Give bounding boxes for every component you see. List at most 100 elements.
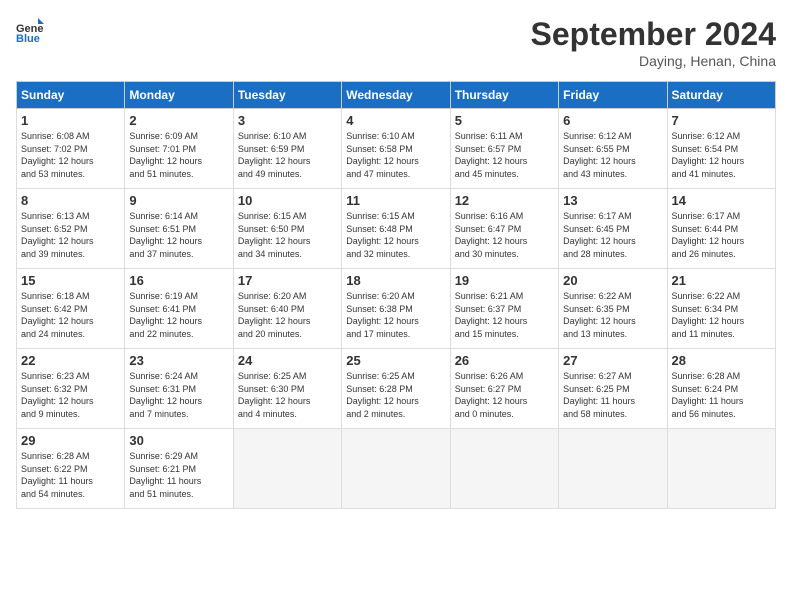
day-number: 6 [563,113,662,128]
day-number: 13 [563,193,662,208]
cell-info: Sunrise: 6:27 AM Sunset: 6:25 PM Dayligh… [563,370,662,420]
calendar-row: 15 Sunrise: 6:18 AM Sunset: 6:42 PM Dayli… [17,269,776,349]
cell-info: Sunrise: 6:12 AM Sunset: 6:54 PM Dayligh… [672,130,771,180]
cell-info: Sunrise: 6:10 AM Sunset: 6:59 PM Dayligh… [238,130,337,180]
day-number: 27 [563,353,662,368]
cell-info: Sunrise: 6:19 AM Sunset: 6:41 PM Dayligh… [129,290,228,340]
table-row: 18 Sunrise: 6:20 AM Sunset: 6:38 PM Dayli… [342,269,450,349]
cell-info: Sunrise: 6:20 AM Sunset: 6:40 PM Dayligh… [238,290,337,340]
table-row: 5 Sunrise: 6:11 AM Sunset: 6:57 PM Daylig… [450,109,558,189]
table-row: 20Sunrise: 6:22 AM Sunset: 6:35 PM Dayli… [559,269,667,349]
col-thursday: Thursday [450,82,558,109]
table-row: 12 Sunrise: 6:16 AM Sunset: 6:47 PM Dayli… [450,189,558,269]
day-number: 5 [455,113,554,128]
table-row: 11 Sunrise: 6:15 AM Sunset: 6:48 PM Dayli… [342,189,450,269]
table-row: 16 Sunrise: 6:19 AM Sunset: 6:41 PM Dayli… [125,269,233,349]
cell-info: Sunrise: 6:20 AM Sunset: 6:38 PM Dayligh… [346,290,445,340]
calendar-row: 1Sunrise: 6:08 AM Sunset: 7:02 PM Daylig… [17,109,776,189]
table-row [450,429,558,509]
table-row: 24 Sunrise: 6:25 AM Sunset: 6:30 PM Dayli… [233,349,341,429]
cell-info: Sunrise: 6:12 AM Sunset: 6:55 PM Dayligh… [563,130,662,180]
logo: General Blue [16,16,44,44]
table-row: 2 Sunrise: 6:09 AM Sunset: 7:01 PM Daylig… [125,109,233,189]
day-number: 24 [238,353,337,368]
calendar-row: 22 Sunrise: 6:23 AM Sunset: 6:32 PM Dayli… [17,349,776,429]
day-number: 7 [672,113,771,128]
table-row: 26Sunrise: 6:26 AM Sunset: 6:27 PM Dayli… [450,349,558,429]
calendar-row: 29 Sunrise: 6:28 AM Sunset: 6:22 PM Dayli… [17,429,776,509]
table-row [667,429,775,509]
cell-info: Sunrise: 6:09 AM Sunset: 7:01 PM Dayligh… [129,130,228,180]
table-row [233,429,341,509]
cell-info: Sunrise: 6:25 AM Sunset: 6:28 PM Dayligh… [346,370,445,420]
day-number: 8 [21,193,120,208]
table-row: 23 Sunrise: 6:24 AM Sunset: 6:31 PM Dayli… [125,349,233,429]
table-row: 22 Sunrise: 6:23 AM Sunset: 6:32 PM Dayli… [17,349,125,429]
cell-info: Sunrise: 6:22 AM Sunset: 6:34 PM Dayligh… [672,290,771,340]
day-number: 25 [346,353,445,368]
day-number: 16 [129,273,228,288]
col-sunday: Sunday [17,82,125,109]
cell-info: Sunrise: 6:15 AM Sunset: 6:48 PM Dayligh… [346,210,445,260]
table-row: 4 Sunrise: 6:10 AM Sunset: 6:58 PM Daylig… [342,109,450,189]
location: Daying, Henan, China [531,53,776,69]
cell-info: Sunrise: 6:28 AM Sunset: 6:22 PM Dayligh… [21,450,120,500]
col-monday: Monday [125,82,233,109]
day-number: 19 [455,273,554,288]
day-number: 18 [346,273,445,288]
day-number: 12 [455,193,554,208]
cell-info: Sunrise: 6:11 AM Sunset: 6:57 PM Dayligh… [455,130,554,180]
cell-info: Sunrise: 6:22 AM Sunset: 6:35 PM Dayligh… [563,290,662,340]
title-block: September 2024 Daying, Henan, China [531,16,776,69]
table-row [342,429,450,509]
table-row: 9Sunrise: 6:14 AM Sunset: 6:51 PM Daylig… [125,189,233,269]
day-number: 30 [129,433,228,448]
cell-info: Sunrise: 6:24 AM Sunset: 6:31 PM Dayligh… [129,370,228,420]
calendar-table: Sunday Monday Tuesday Wednesday Thursday… [16,81,776,509]
table-row: 29 Sunrise: 6:28 AM Sunset: 6:22 PM Dayli… [17,429,125,509]
cell-info: Sunrise: 6:15 AM Sunset: 6:50 PM Dayligh… [238,210,337,260]
cell-info: Sunrise: 6:18 AM Sunset: 6:42 PM Dayligh… [21,290,120,340]
cell-info: Sunrise: 6:17 AM Sunset: 6:44 PM Dayligh… [672,210,771,260]
day-number: 4 [346,113,445,128]
table-row: 19 Sunrise: 6:21 AM Sunset: 6:37 PM Dayli… [450,269,558,349]
day-number: 15 [21,273,120,288]
cell-info: Sunrise: 6:16 AM Sunset: 6:47 PM Dayligh… [455,210,554,260]
table-row: 15 Sunrise: 6:18 AM Sunset: 6:42 PM Dayli… [17,269,125,349]
cell-info: Sunrise: 6:13 AM Sunset: 6:52 PM Dayligh… [21,210,120,260]
logo-icon: General Blue [16,16,44,44]
table-row: 28 Sunrise: 6:28 AM Sunset: 6:24 PM Dayli… [667,349,775,429]
cell-info: Sunrise: 6:28 AM Sunset: 6:24 PM Dayligh… [672,370,771,420]
day-number: 28 [672,353,771,368]
day-number: 22 [21,353,120,368]
table-row: 30 Sunrise: 6:29 AM Sunset: 6:21 PM Dayli… [125,429,233,509]
day-number: 29 [21,433,120,448]
day-number: 10 [238,193,337,208]
cell-info: Sunrise: 6:21 AM Sunset: 6:37 PM Dayligh… [455,290,554,340]
cell-info: Sunrise: 6:10 AM Sunset: 6:58 PM Dayligh… [346,130,445,180]
page-header: General Blue September 2024 Daying, Hena… [16,16,776,69]
day-number: 26 [455,353,554,368]
day-number: 21 [672,273,771,288]
day-number: 17 [238,273,337,288]
table-row: 3Sunrise: 6:10 AM Sunset: 6:59 PM Daylig… [233,109,341,189]
cell-info: Sunrise: 6:25 AM Sunset: 6:30 PM Dayligh… [238,370,337,420]
cell-info: Sunrise: 6:14 AM Sunset: 6:51 PM Dayligh… [129,210,228,260]
day-number: 1 [21,113,120,128]
col-tuesday: Tuesday [233,82,341,109]
col-saturday: Saturday [667,82,775,109]
day-number: 2 [129,113,228,128]
table-row: 1Sunrise: 6:08 AM Sunset: 7:02 PM Daylig… [17,109,125,189]
calendar-row: 8 Sunrise: 6:13 AM Sunset: 6:52 PM Daylig… [17,189,776,269]
day-number: 14 [672,193,771,208]
table-row [559,429,667,509]
table-row: 6 Sunrise: 6:12 AM Sunset: 6:55 PM Daylig… [559,109,667,189]
cell-info: Sunrise: 6:23 AM Sunset: 6:32 PM Dayligh… [21,370,120,420]
cell-info: Sunrise: 6:29 AM Sunset: 6:21 PM Dayligh… [129,450,228,500]
table-row: 14 Sunrise: 6:17 AM Sunset: 6:44 PM Dayli… [667,189,775,269]
table-row: 10 Sunrise: 6:15 AM Sunset: 6:50 PM Dayli… [233,189,341,269]
table-row: 27 Sunrise: 6:27 AM Sunset: 6:25 PM Dayli… [559,349,667,429]
day-number: 23 [129,353,228,368]
day-number: 11 [346,193,445,208]
month-title: September 2024 [531,16,776,53]
